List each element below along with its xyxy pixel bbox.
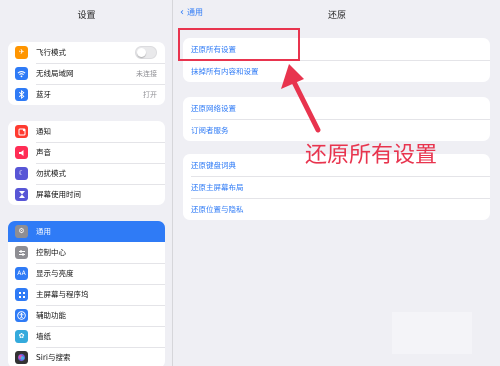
annotation-label: 还原所有设置 — [305, 143, 438, 168]
watermark-area — [392, 312, 472, 354]
